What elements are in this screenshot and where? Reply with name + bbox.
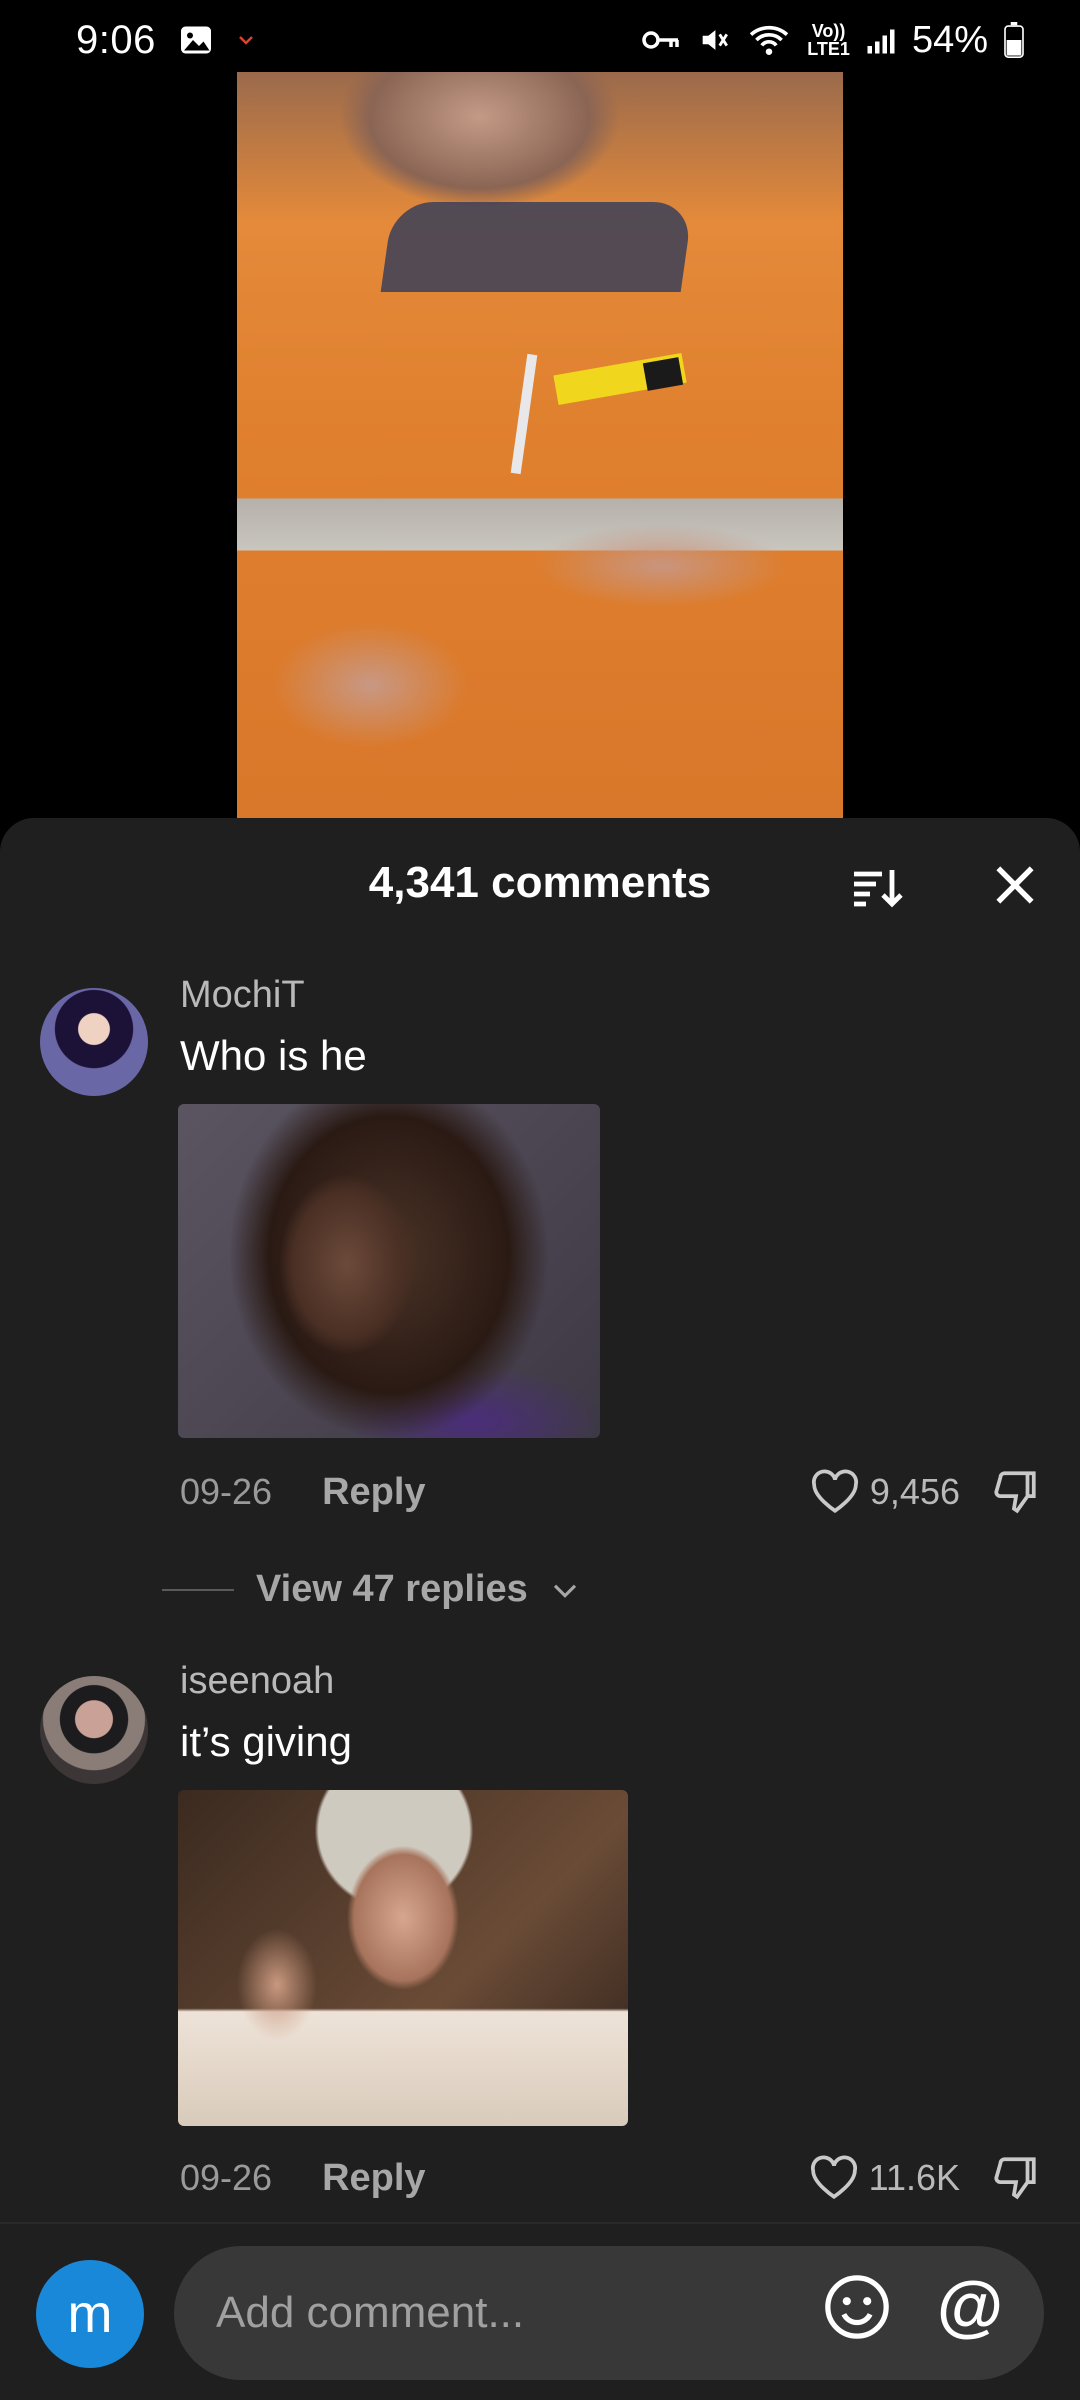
sort-button[interactable]: [848, 860, 904, 916]
volte-icon: Vo)) LTE1: [807, 22, 850, 58]
mention-icon: @: [936, 2268, 1004, 2344]
comment-username[interactable]: iseenoah: [180, 1660, 334, 1703]
chevron-down-icon: [553, 1584, 576, 1598]
dislike-button[interactable]: [990, 2153, 1040, 2203]
comment-meta: 09-26 Reply 9,456: [180, 1462, 1040, 1522]
video-pen: [510, 353, 538, 475]
comment-date: 09-26: [180, 2157, 273, 2198]
signal-icon: [866, 25, 896, 55]
video-shirt-collar: [380, 202, 694, 292]
reply-button[interactable]: Reply: [322, 2157, 425, 2200]
emoji-button[interactable]: [822, 2272, 892, 2342]
notification-chevron-icon: [236, 32, 256, 48]
comments-count-title: 4,341 comments: [368, 858, 712, 907]
thumbs-down-icon: [994, 2157, 1036, 2200]
emoji-icon: [825, 2275, 889, 2339]
dislike-button[interactable]: [990, 1467, 1040, 1517]
lte-label: LTE1: [807, 39, 850, 59]
reply-button[interactable]: Reply: [322, 1471, 425, 1514]
like-count: 9,456: [869, 1471, 960, 1512]
comment-username[interactable]: MochiT: [180, 974, 305, 1017]
comment-input-container[interactable]: [174, 2246, 1044, 2380]
like-button[interactable]: 9,456: [810, 1469, 960, 1515]
avatar[interactable]: [40, 1676, 148, 1784]
view-replies-button[interactable]: View 47 replies: [162, 1568, 580, 1611]
wifi-icon: [747, 22, 791, 58]
view-replies-divider: [162, 1588, 234, 1591]
comment-text: it’s giving: [180, 1718, 352, 1765]
video-cat-logo: [642, 357, 684, 391]
status-bar: 9:06 Vo)) LTE1 54%: [0, 0, 1080, 80]
user-avatar[interactable]: m: [36, 2260, 144, 2368]
close-button[interactable]: [990, 860, 1040, 910]
comment-image[interactable]: [178, 1790, 628, 2126]
like-button[interactable]: 11.6K: [809, 2155, 960, 2201]
sort-icon: [854, 870, 903, 908]
heart-icon: [810, 2155, 857, 2199]
gallery-icon: [178, 22, 214, 58]
volte-label: Vo)): [811, 21, 846, 41]
comment-meta: 09-26 Reply 11.6K: [180, 2148, 1040, 2208]
video-preview[interactable]: [237, 72, 843, 820]
mute-icon: [697, 23, 731, 57]
thumbs-down-icon: [994, 1471, 1036, 1514]
heart-icon: [811, 1469, 858, 1513]
comments-header: 4,341 comments: [0, 818, 1080, 948]
close-icon: [996, 866, 1034, 904]
comment-text: Who is he: [180, 1032, 367, 1079]
comment-date: 09-26: [180, 1471, 273, 1512]
status-time: 9:06: [76, 17, 156, 62]
like-count: 11.6K: [868, 2157, 960, 2198]
view-replies-label: View 47 replies: [256, 1568, 528, 1610]
comment-composer: m: [0, 2222, 1080, 2400]
battery-icon: [1004, 22, 1024, 58]
key-icon: [641, 27, 681, 53]
comment-input[interactable]: [216, 2288, 776, 2338]
battery-percent: 54%: [911, 18, 988, 61]
mention-button[interactable]: @: [934, 2268, 1006, 2344]
comment-image[interactable]: [178, 1104, 600, 1438]
avatar[interactable]: [40, 988, 148, 1096]
